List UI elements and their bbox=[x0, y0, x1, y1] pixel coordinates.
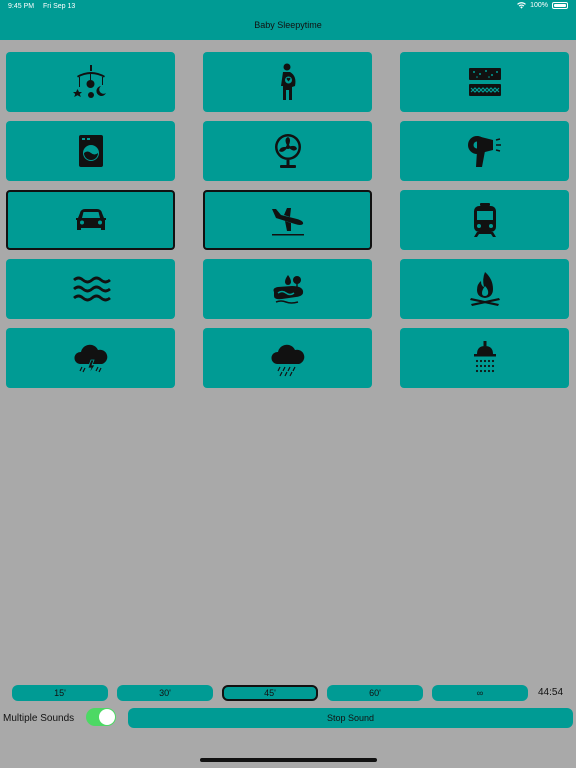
sound-tile-ocean-waves[interactable] bbox=[6, 259, 175, 319]
home-indicator bbox=[200, 758, 377, 762]
sound-tile-rain[interactable] bbox=[203, 328, 372, 388]
status-time: 9:45 PM bbox=[8, 3, 35, 10]
rain-icon bbox=[270, 344, 304, 377]
multiple-sounds-label: Multiple Sounds bbox=[3, 713, 75, 724]
train-icon bbox=[473, 203, 496, 237]
stop-sound-button[interactable]: Stop Sound bbox=[128, 708, 573, 728]
ocean-waves-icon bbox=[72, 276, 111, 302]
baby-mobile-icon bbox=[72, 65, 106, 98]
sound-tile-hair-dryer[interactable] bbox=[400, 121, 569, 181]
wifi-icon bbox=[517, 2, 526, 9]
sound-tile-fan[interactable] bbox=[203, 121, 372, 181]
battery-icon bbox=[552, 2, 568, 9]
campfire-icon bbox=[469, 272, 500, 306]
toggle-knob bbox=[99, 709, 115, 725]
shower-icon bbox=[473, 341, 496, 373]
status-date: Fri Sep 13 bbox=[43, 3, 76, 10]
pregnant-mother-icon bbox=[280, 63, 295, 100]
sound-tile-fabric-noise[interactable] bbox=[400, 52, 569, 112]
battery-percent: 100% bbox=[530, 2, 548, 9]
airplane-icon bbox=[271, 208, 304, 236]
sound-tile-train[interactable] bbox=[400, 190, 569, 250]
timer-45-button[interactable]: 45' bbox=[222, 685, 318, 701]
fan-icon bbox=[274, 134, 301, 168]
stream-icon bbox=[273, 275, 303, 304]
timer-infinite-button[interactable]: ∞ bbox=[432, 685, 528, 701]
sound-tile-thunderstorm[interactable] bbox=[6, 328, 175, 388]
timer-15-button[interactable]: 15' bbox=[12, 685, 108, 701]
sound-tile-stream[interactable] bbox=[203, 259, 372, 319]
sound-tile-shower[interactable] bbox=[400, 328, 569, 388]
car-icon bbox=[75, 209, 106, 230]
timer-30-button[interactable]: 30' bbox=[117, 685, 213, 701]
sound-tile-washing-machine[interactable] bbox=[6, 121, 175, 181]
thunderstorm-icon bbox=[73, 344, 107, 375]
sound-tile-airplane[interactable] bbox=[203, 190, 372, 250]
top-bar: 9:45 PM Fri Sep 13 100% Baby Sleepytime bbox=[0, 0, 576, 40]
sound-tile-campfire[interactable] bbox=[400, 259, 569, 319]
time-remaining: 44:54 bbox=[538, 687, 564, 698]
sound-tile-car[interactable] bbox=[6, 190, 175, 250]
app-title: Baby Sleepytime bbox=[254, 20, 322, 30]
hair-dryer-icon bbox=[467, 136, 501, 167]
fabric-noise-icon bbox=[468, 68, 501, 96]
washing-machine-icon bbox=[78, 135, 103, 167]
timer-60-button[interactable]: 60' bbox=[327, 685, 423, 701]
status-indicators: 100% bbox=[517, 2, 568, 9]
multiple-sounds-toggle[interactable] bbox=[86, 708, 116, 726]
sound-tile-baby-mobile[interactable] bbox=[6, 52, 175, 112]
sound-tile-pregnant-mother[interactable] bbox=[203, 52, 372, 112]
